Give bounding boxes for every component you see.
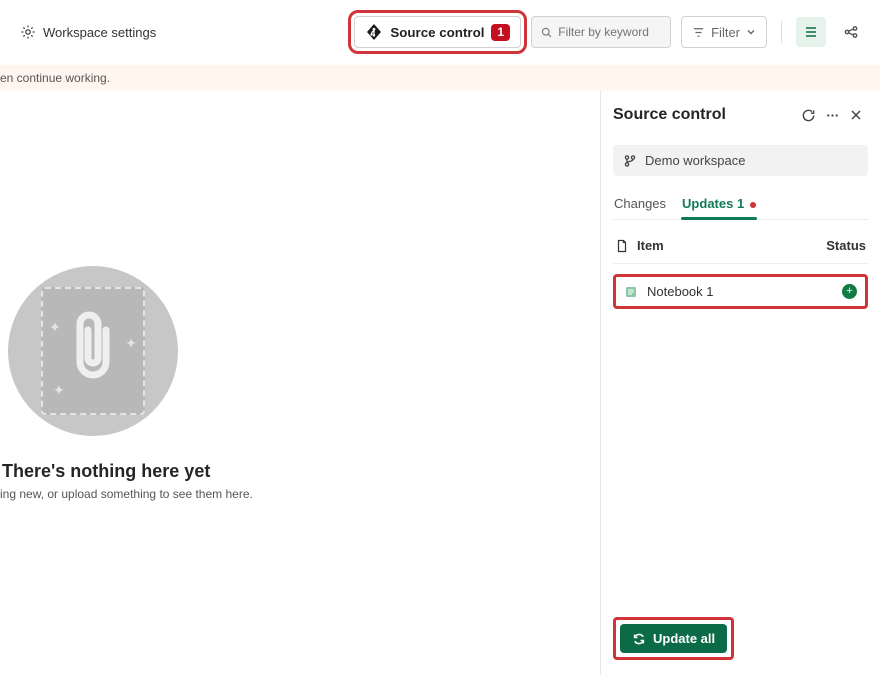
top-toolbar: Workspace settings Source control 1 Filt… <box>0 0 880 65</box>
status-added-icon: + <box>842 284 857 299</box>
lineage-icon <box>843 24 859 40</box>
source-control-button-label: Source control <box>390 25 484 40</box>
close-icon <box>849 108 863 122</box>
tab-updates-label: Updates 1 <box>682 196 744 211</box>
search-input-container[interactable] <box>531 16 671 48</box>
list-view-button[interactable] <box>796 17 826 47</box>
row-item-name: Notebook 1 <box>647 284 714 299</box>
table-header: Item Status <box>613 234 868 264</box>
chevron-down-icon <box>746 27 756 37</box>
search-icon <box>541 26 552 39</box>
source-control-icon <box>365 23 383 41</box>
tab-updates[interactable]: Updates 1 <box>681 192 757 219</box>
alert-text: en continue working. <box>0 71 110 85</box>
list-icon <box>803 24 819 40</box>
filter-button-label: Filter <box>711 25 740 40</box>
update-all-label: Update all <box>653 631 715 646</box>
col-status-label: Status <box>826 238 866 253</box>
col-item-label: Item <box>637 238 664 253</box>
empty-illustration: ✦ ✦ ✦ <box>8 266 178 436</box>
notebook-icon <box>624 285 638 299</box>
panel-title: Source control <box>613 106 796 124</box>
toolbar-divider <box>781 21 782 43</box>
sync-icon <box>632 632 646 646</box>
workspace-settings-label: Workspace settings <box>43 25 156 40</box>
alert-banner: en continue working. <box>0 65 880 91</box>
filter-button[interactable]: Filter <box>681 16 767 48</box>
empty-subtitle: ing new, or upload something to see them… <box>0 487 253 501</box>
tab-changes[interactable]: Changes <box>613 192 667 219</box>
main-area: ✦ ✦ ✦ There's nothing here yet ing new, … <box>0 91 880 675</box>
tab-indicator-dot <box>750 202 756 208</box>
close-button[interactable] <box>844 103 868 127</box>
more-button[interactable] <box>820 103 844 127</box>
filter-icon <box>692 26 705 39</box>
more-icon <box>825 108 840 123</box>
empty-title: There's nothing here yet <box>0 461 210 482</box>
empty-state: ✦ ✦ ✦ There's nothing here yet ing new, … <box>0 91 600 675</box>
panel-footer: Update all <box>613 617 868 660</box>
panel-tabs: Changes Updates 1 <box>613 192 868 220</box>
source-control-count-badge: 1 <box>491 24 510 41</box>
workspace-settings-button[interactable]: Workspace settings <box>20 24 156 40</box>
source-control-panel: Source control Demo workspace Changes Up… <box>600 91 880 675</box>
file-icon <box>615 239 629 253</box>
lineage-view-button[interactable] <box>836 17 866 47</box>
panel-header: Source control <box>613 103 868 127</box>
workspace-chip[interactable]: Demo workspace <box>613 145 868 176</box>
refresh-icon <box>801 108 816 123</box>
search-input[interactable] <box>558 25 661 39</box>
paperclip-icon <box>66 306 120 384</box>
table-row[interactable]: Notebook 1 + <box>613 274 868 309</box>
branch-icon <box>623 154 637 168</box>
gear-icon <box>20 24 36 40</box>
update-all-button[interactable]: Update all <box>620 624 727 653</box>
source-control-button[interactable]: Source control 1 <box>354 16 521 48</box>
refresh-button[interactable] <box>796 103 820 127</box>
workspace-chip-label: Demo workspace <box>645 153 745 168</box>
